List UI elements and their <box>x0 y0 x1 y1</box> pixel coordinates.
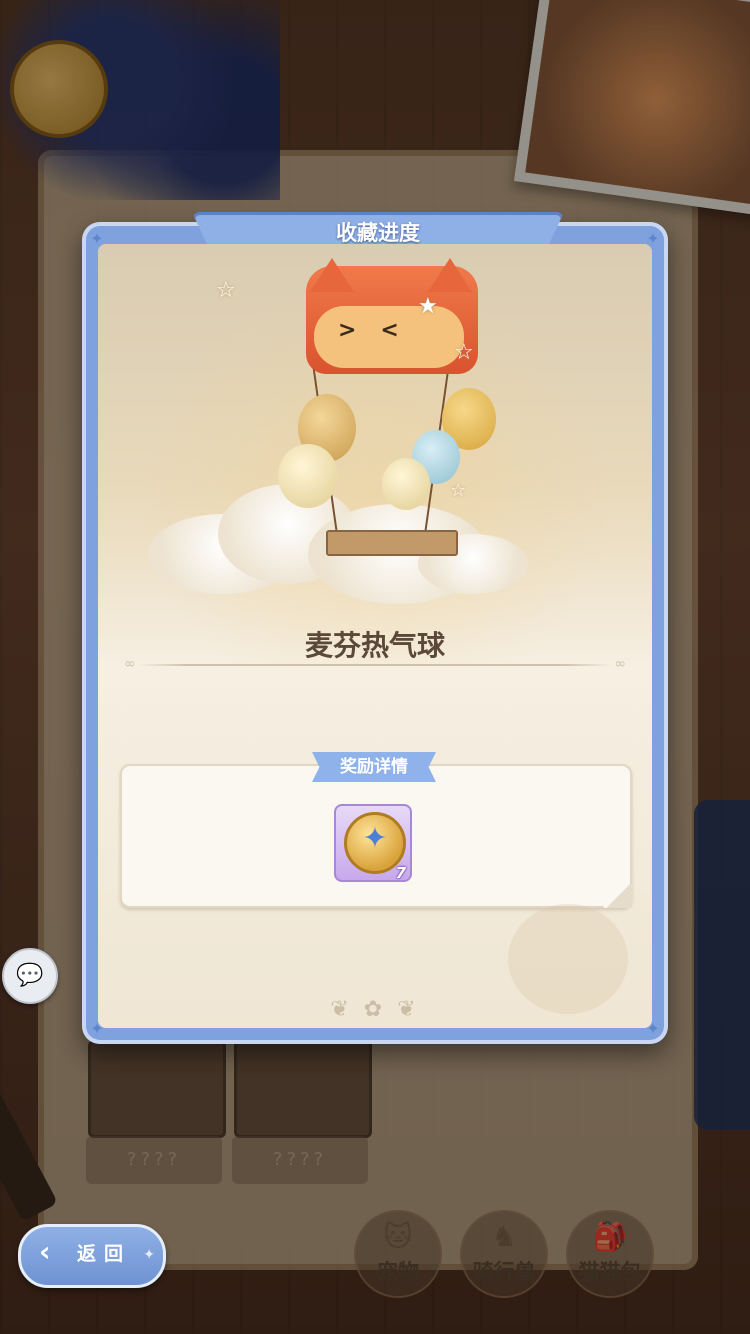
star-icon: ★ <box>418 294 438 319</box>
star-icon: ☆ <box>454 340 474 365</box>
chat-bubble-icon: 💬 <box>16 963 44 988</box>
chat-button[interactable]: 💬 <box>2 948 58 1004</box>
reward-details-title: 奖励详情 <box>312 752 436 782</box>
balloon-basket <box>326 530 458 556</box>
paper-fold-corner <box>604 884 632 908</box>
sparkle-icon: ✦ <box>143 1247 155 1263</box>
item-name: 麦芬热气球 <box>304 629 445 662</box>
dialog-content: >< ☆ ★ ☆ ☆ 麦芬热气球 ∞ ∞ 奖励详情 ✦ 7 ❦ ✿ ❦ <box>98 244 652 1028</box>
divider-ornament-icon: ∞ <box>614 656 626 672</box>
back-arrow-icon: ‹ <box>39 1235 51 1268</box>
collection-progress-dialog: 收藏进度 ✦ ✦ ✦ ✦ >< ☆ ★ ☆ ☆ 麦芬热气球 ∞ ∞ 奖励详情 ✦… <box>82 212 668 1044</box>
star-icon: ☆ <box>216 278 236 303</box>
cat-ornament-icon: ❦ ✿ ❦ <box>330 997 420 1022</box>
divider-ornament-icon: ∞ <box>124 656 136 672</box>
reward-item-slot[interactable]: ✦ 7 <box>334 804 412 882</box>
name-divider <box>138 664 612 666</box>
back-button-label: 返回 <box>77 1243 132 1265</box>
reward-item-count: 7 <box>395 864 406 882</box>
star-icon: ☆ <box>450 480 467 501</box>
back-button[interactable]: ‹ 返回 ✦ <box>18 1224 166 1288</box>
